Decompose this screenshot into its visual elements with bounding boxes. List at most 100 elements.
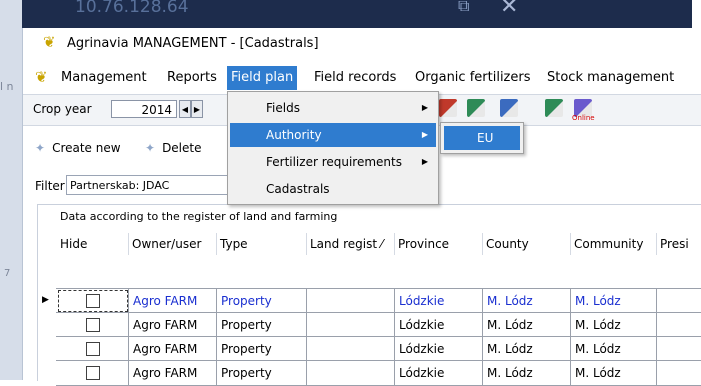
submenu-arrow-icon: ▶ <box>421 130 428 139</box>
crop-year-label: Crop year <box>33 102 92 116</box>
cell-county[interactable]: M. Lódz <box>482 361 570 385</box>
authority-submenu: EU <box>440 122 524 154</box>
cell-community[interactable]: M. Lódz <box>570 337 656 361</box>
hide-checkbox[interactable] <box>86 318 100 332</box>
cell-owner-user[interactable]: Agro FARM <box>128 361 216 385</box>
current-row-indicator-icon: ▶ <box>42 295 49 305</box>
menu-item-fields-label: Fields <box>266 101 300 115</box>
create-new-label: Create new <box>52 141 121 155</box>
background-window-strip: l n 7 <box>0 0 22 380</box>
column-header-owner-user[interactable]: Owner/user <box>132 237 201 251</box>
menu-item-cadastrals-label: Cadastrals <box>266 182 330 196</box>
menu-bar: ❦ Management Reports Field plan Field re… <box>23 66 701 90</box>
column-header-community[interactable]: Community <box>574 237 643 251</box>
hide-checkbox[interactable] <box>86 366 100 380</box>
toolbar-tool-1-icon[interactable] <box>439 99 457 117</box>
menu-management[interactable]: Management <box>57 66 151 90</box>
column-separator[interactable] <box>306 233 307 255</box>
table-row[interactable]: Agro FARM Property Lódzkie M. Lódz M. Ló… <box>56 336 701 361</box>
field-plan-dropdown: Fields ▶ Authority ▶ Fertilizer requirem… <box>227 91 439 205</box>
cell-land-register[interactable] <box>306 313 394 337</box>
hide-checkbox[interactable] <box>86 294 100 308</box>
online-label: Online <box>572 114 595 122</box>
menu-item-fertilizer-requirements[interactable]: Fertilizer requirements ▶ <box>230 150 436 174</box>
restore-icon[interactable]: ⧉ <box>458 0 469 16</box>
close-icon[interactable]: ✕ <box>500 0 518 19</box>
menu-item-cadastrals[interactable]: Cadastrals <box>230 177 436 201</box>
delete-label: Delete <box>162 141 202 155</box>
cell-owner-user[interactable]: Agro FARM <box>128 337 216 361</box>
table-row[interactable]: Agro FARM Property Lódzkie M. Lódz M. Ló… <box>56 288 701 313</box>
cell-community[interactable]: M. Lódz <box>570 361 656 385</box>
cell-county[interactable]: M. Lódz <box>482 337 570 361</box>
column-separator[interactable] <box>216 233 217 255</box>
cell-owner-user[interactable]: Agro FARM <box>128 313 216 337</box>
toolbar-tool-3-icon[interactable] <box>500 99 518 117</box>
cell-president[interactable] <box>656 289 701 313</box>
create-new-button[interactable]: ✦ Create new <box>35 141 121 155</box>
column-separator[interactable] <box>482 233 483 255</box>
remote-ip-label: 10.76.128.64 <box>75 0 189 17</box>
toolbar-tool-4-icon[interactable] <box>545 99 563 117</box>
menu-item-fertilizer-requirements-label: Fertilizer requirements <box>266 155 402 169</box>
cell-province[interactable]: Lódzkie <box>394 361 482 385</box>
submenu-item-eu[interactable]: EU <box>444 126 520 150</box>
menu-field-plan[interactable]: Field plan <box>227 66 298 90</box>
cell-owner-user[interactable]: Agro FARM <box>128 289 216 313</box>
cell-type[interactable]: Property <box>216 361 306 385</box>
submenu-arrow-icon: ▶ <box>421 103 428 112</box>
menu-item-fields[interactable]: Fields ▶ <box>230 96 436 120</box>
cell-province[interactable]: Lódzkie <box>394 313 482 337</box>
menu-item-authority[interactable]: Authority ▶ <box>230 123 436 147</box>
cell-county[interactable]: M. Lódz <box>482 289 570 313</box>
remote-session-bar: 10.76.128.64 ⧉ ✕ <box>20 0 692 28</box>
cell-community[interactable]: M. Lódz <box>570 313 656 337</box>
column-header-land-register[interactable]: Land regist ⁄ <box>310 237 383 251</box>
menu-item-authority-label: Authority <box>266 128 322 142</box>
app-leaf-icon: ❦ <box>43 33 56 51</box>
title-bar: ❦ Agrinavia MANAGEMENT - [Cadastrals] <box>23 28 701 58</box>
cell-type[interactable]: Property <box>216 337 306 361</box>
grid-caption: Data according to the register of land a… <box>60 210 338 223</box>
menu-organic-fertilizers[interactable]: Organic fertilizers <box>411 66 535 90</box>
crop-year-field[interactable]: 2014 <box>111 100 177 118</box>
cell-province[interactable]: Lódzkie <box>394 289 482 313</box>
cell-land-register[interactable] <box>306 337 394 361</box>
menu-field-records[interactable]: Field records <box>310 66 400 90</box>
delete-button[interactable]: ✦ Delete <box>145 141 202 155</box>
column-header-province[interactable]: Province <box>398 237 449 251</box>
cell-community[interactable]: M. Lódz <box>570 289 656 313</box>
submenu-item-eu-label: EU <box>477 131 494 145</box>
column-separator[interactable] <box>394 233 395 255</box>
plus-icon: ✦ <box>145 141 156 155</box>
menu-stock-management[interactable]: Stock management <box>543 66 678 90</box>
cell-province[interactable]: Lódzkie <box>394 337 482 361</box>
column-header-hide[interactable]: Hide <box>60 237 87 251</box>
cell-president[interactable] <box>656 361 701 385</box>
cell-president[interactable] <box>656 337 701 361</box>
column-separator[interactable] <box>656 233 657 255</box>
table-row[interactable]: Agro FARM Property Lódzkie M. Lódz M. Ló… <box>56 360 701 386</box>
window-title: Agrinavia MANAGEMENT - [Cadastrals] <box>67 36 319 51</box>
cell-type[interactable]: Property <box>216 289 306 313</box>
column-header-president[interactable]: Presi <box>660 237 689 251</box>
column-header-county[interactable]: County <box>486 237 529 251</box>
column-separator[interactable] <box>128 233 129 255</box>
crop-year-prev-button[interactable]: ◀ <box>179 100 191 118</box>
hide-checkbox[interactable] <box>86 342 100 356</box>
table-row[interactable]: Agro FARM Property Lódzkie M. Lódz M. Ló… <box>56 312 701 337</box>
menu-leaf-icon[interactable]: ❦ <box>35 68 48 86</box>
cell-land-register[interactable] <box>306 289 394 313</box>
crop-year-next-button[interactable]: ▶ <box>191 100 203 118</box>
cell-type[interactable]: Property <box>216 313 306 337</box>
cell-land-register[interactable] <box>306 361 394 385</box>
column-separator[interactable] <box>570 233 571 255</box>
column-header-type[interactable]: Type <box>220 237 248 251</box>
background-window-text-2: 7 <box>4 268 11 279</box>
cell-president[interactable] <box>656 313 701 337</box>
menu-reports[interactable]: Reports <box>163 66 221 90</box>
cell-county[interactable]: M. Lódz <box>482 313 570 337</box>
filter-label: Filter <box>35 179 65 193</box>
toolbar-tool-2-icon[interactable] <box>467 99 485 117</box>
background-window-text: l n <box>0 80 14 93</box>
